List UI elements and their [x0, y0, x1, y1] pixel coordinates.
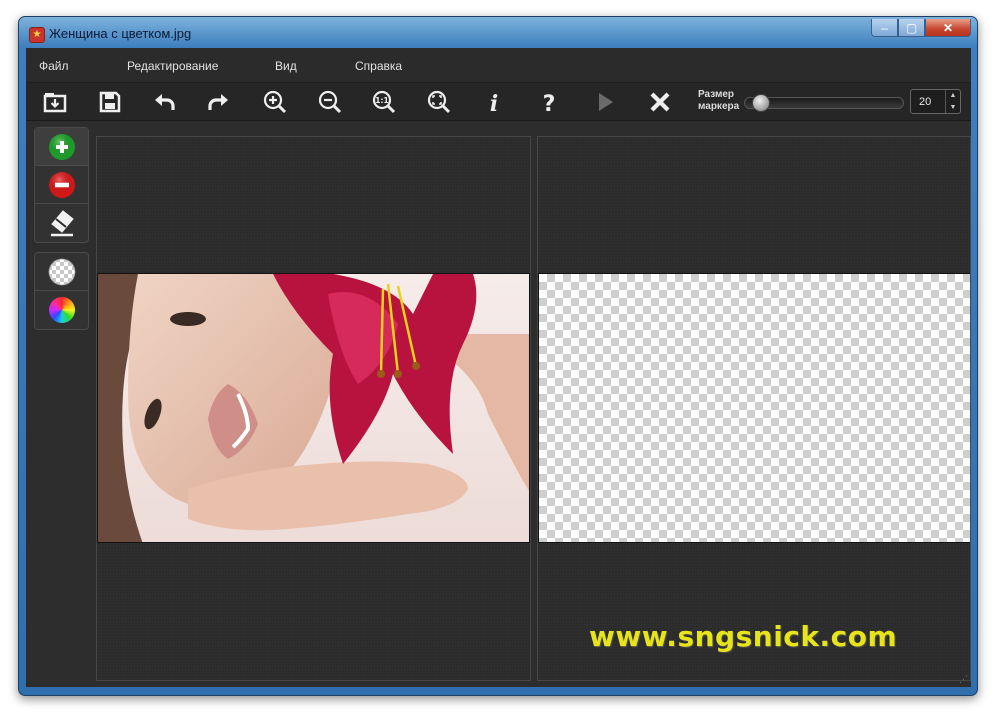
menu-help[interactable]: Справка — [355, 59, 402, 73]
spin-arrows: ▲ ▼ — [945, 90, 960, 113]
menu-edit[interactable]: Редактирование — [127, 59, 218, 73]
zoom-fit-button[interactable] — [422, 85, 456, 119]
undo-button[interactable] — [147, 85, 181, 119]
redo-button[interactable] — [202, 85, 236, 119]
save-button[interactable] — [93, 85, 127, 119]
open-icon — [43, 93, 67, 113]
source-photo[interactable] — [97, 273, 530, 543]
color-picker-button[interactable] — [35, 291, 88, 329]
close-x-icon — [650, 92, 670, 112]
marker-size-value: 20 — [919, 96, 932, 108]
marker-label-line1: Размер — [698, 89, 735, 100]
remove-marker-icon — [48, 171, 75, 198]
spin-down-icon[interactable]: ▼ — [950, 104, 957, 111]
open-button[interactable] — [38, 85, 72, 119]
close-icon: ✕ — [942, 20, 954, 35]
marker-tools-group — [34, 127, 89, 243]
menu-file[interactable]: Файл — [39, 59, 69, 73]
woman-with-flower-image — [98, 274, 529, 542]
menu-view[interactable]: Вид — [275, 59, 297, 73]
save-icon — [99, 91, 121, 113]
eraser-icon — [50, 210, 74, 237]
zoom-out-icon — [318, 90, 342, 114]
spin-up-icon[interactable]: ▲ — [950, 92, 957, 99]
marker-label-line2: маркера — [698, 101, 740, 112]
app-window: ★ Женщина с цветком.jpg – ▢ ✕ Файл Редак… — [18, 16, 978, 696]
play-icon — [599, 93, 613, 111]
menu-bar: Файл Редактирование Вид Справка — [26, 48, 971, 83]
color-wheel-icon — [48, 297, 75, 323]
app-icon: ★ — [29, 27, 45, 43]
result-image-panel[interactable] — [537, 136, 971, 681]
title-bar[interactable]: ★ Женщина с цветком.jpg – ▢ ✕ — [19, 17, 977, 51]
slider-thumb[interactable] — [752, 94, 770, 112]
background-tools-group — [34, 252, 89, 330]
marker-size-slider[interactable] — [744, 94, 904, 112]
help-button[interactable]: ? — [532, 85, 566, 119]
undo-icon — [155, 94, 175, 110]
zoom-in-button[interactable] — [258, 85, 292, 119]
marker-size-label: Размер маркера — [698, 89, 739, 113]
source-image-panel[interactable] — [96, 136, 531, 681]
svg-text:1:1: 1:1 — [375, 96, 388, 105]
help-icon: ? — [543, 92, 556, 115]
add-marker-button[interactable] — [35, 128, 88, 166]
zoom-out-button[interactable] — [313, 85, 347, 119]
run-button[interactable] — [588, 85, 622, 119]
resize-grip-icon[interactable]: ⋰ — [959, 675, 969, 685]
toolbar: 1:1 i ? Размер маркера 20 ▲ ▼ — [26, 83, 971, 121]
add-marker-icon — [48, 133, 75, 160]
client-area: Файл Редактирование Вид Справка 1:1 i ? … — [26, 48, 971, 687]
maximize-button[interactable]: ▢ — [898, 19, 925, 37]
transparency-icon — [48, 258, 75, 285]
maximize-icon: ▢ — [905, 20, 918, 35]
cancel-button[interactable] — [643, 85, 677, 119]
minimize-icon: – — [881, 20, 888, 35]
watermark-text: www.sngsnick.com — [589, 620, 898, 653]
tool-sidebar — [26, 121, 96, 687]
minimize-button[interactable]: – — [871, 19, 898, 37]
info-icon: i — [490, 91, 498, 115]
marker-size-spinbox[interactable]: 20 ▲ ▼ — [910, 89, 961, 114]
zoom-in-icon — [263, 90, 287, 114]
zoom-actual-icon: 1:1 — [372, 90, 396, 114]
close-window-button[interactable]: ✕ — [925, 19, 971, 37]
window-title: Женщина с цветком.jpg — [49, 26, 192, 41]
zoom-actual-button[interactable]: 1:1 — [367, 85, 401, 119]
svg-text:?: ? — [543, 92, 556, 115]
remove-marker-button[interactable] — [35, 166, 88, 204]
transparent-result-canvas[interactable] — [538, 273, 970, 543]
info-button[interactable]: i — [477, 85, 511, 119]
redo-icon — [208, 94, 228, 110]
transparency-button[interactable] — [35, 253, 88, 291]
eraser-button[interactable] — [35, 204, 88, 242]
window-controls: – ▢ ✕ — [871, 19, 971, 37]
svg-text:i: i — [490, 91, 498, 115]
zoom-fit-icon — [427, 90, 451, 114]
